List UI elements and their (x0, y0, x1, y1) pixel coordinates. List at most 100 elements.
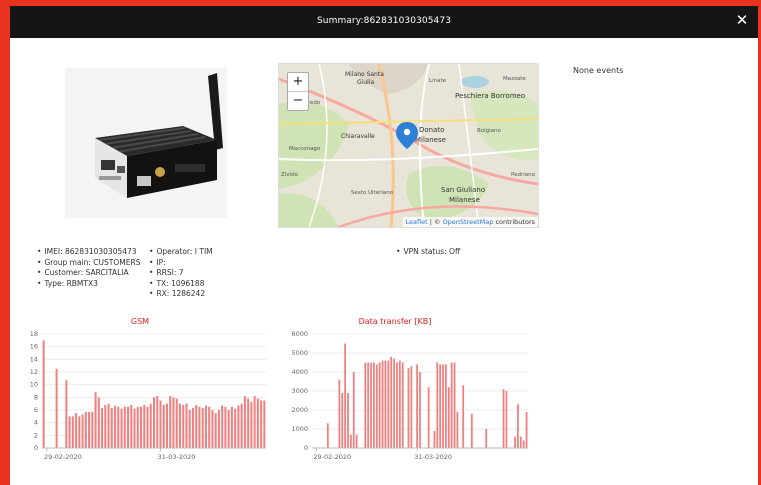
bar[interactable] (375, 364, 378, 448)
bar[interactable] (263, 400, 266, 449)
bar[interactable] (453, 362, 456, 449)
bar[interactable] (253, 396, 256, 448)
bar[interactable] (352, 372, 355, 448)
bar[interactable] (260, 400, 263, 449)
bar[interactable] (502, 389, 505, 448)
bar[interactable] (470, 413, 473, 448)
bar[interactable] (450, 362, 453, 449)
bar[interactable] (367, 362, 370, 449)
bar[interactable] (201, 408, 204, 448)
bar[interactable] (378, 362, 381, 449)
bar[interactable] (162, 404, 165, 448)
zoom-out-button[interactable]: − (288, 91, 308, 110)
bar[interactable] (442, 364, 444, 448)
bar[interactable] (407, 368, 410, 448)
bar[interactable] (237, 405, 240, 448)
bar[interactable] (456, 411, 459, 448)
bar[interactable] (107, 403, 110, 448)
bar[interactable] (120, 408, 123, 448)
bar[interactable] (78, 416, 81, 448)
bar[interactable] (485, 429, 488, 448)
bar[interactable] (514, 436, 516, 448)
bar[interactable] (439, 364, 442, 448)
bar[interactable] (256, 398, 259, 448)
bar[interactable] (445, 364, 447, 448)
bar[interactable] (347, 392, 349, 448)
bar[interactable] (384, 360, 387, 448)
bar[interactable] (396, 362, 398, 449)
bar[interactable] (123, 406, 126, 448)
bar[interactable] (355, 434, 358, 448)
bar[interactable] (42, 340, 45, 448)
bar[interactable] (519, 436, 522, 448)
bar[interactable] (191, 408, 194, 448)
bar[interactable] (127, 406, 130, 448)
bar[interactable] (344, 343, 347, 449)
bar[interactable] (410, 366, 413, 448)
bar[interactable] (188, 410, 191, 448)
bar[interactable] (326, 423, 329, 448)
bar[interactable] (81, 414, 84, 448)
bar[interactable] (240, 403, 243, 448)
bar[interactable] (505, 391, 508, 448)
bar[interactable] (370, 362, 372, 449)
bar[interactable] (143, 404, 146, 448)
bar[interactable] (433, 430, 436, 448)
bar[interactable] (427, 387, 430, 448)
bar[interactable] (165, 403, 168, 448)
bar[interactable] (65, 380, 68, 448)
bar[interactable] (84, 411, 87, 448)
bar[interactable] (217, 410, 220, 448)
bar[interactable] (227, 410, 230, 448)
osm-link[interactable]: OpenStreetMap (443, 218, 494, 226)
bar[interactable] (152, 397, 156, 448)
bar[interactable] (462, 385, 465, 448)
bar[interactable] (390, 356, 393, 448)
bar[interactable] (91, 411, 94, 448)
bar[interactable] (221, 405, 224, 448)
bar[interactable] (195, 404, 198, 448)
bar[interactable] (338, 379, 341, 448)
bar[interactable] (387, 360, 390, 448)
bar[interactable] (88, 411, 91, 448)
bar[interactable] (211, 410, 214, 448)
bar[interactable] (172, 397, 175, 448)
bar[interactable] (156, 396, 159, 448)
bar[interactable] (169, 396, 172, 448)
bar[interactable] (364, 362, 367, 449)
bar[interactable] (401, 362, 404, 449)
bar[interactable] (381, 360, 384, 448)
bar[interactable] (175, 398, 178, 448)
bar[interactable] (214, 413, 217, 448)
bar[interactable] (178, 403, 181, 448)
bar[interactable] (517, 404, 519, 448)
bar[interactable] (101, 408, 104, 448)
bar[interactable] (204, 405, 207, 448)
bar[interactable] (522, 440, 525, 448)
bar[interactable] (243, 396, 246, 448)
bar[interactable] (393, 358, 395, 448)
bar[interactable] (130, 404, 133, 448)
bar[interactable] (419, 372, 421, 448)
bar[interactable] (114, 405, 117, 448)
bar[interactable] (247, 398, 250, 448)
bar[interactable] (185, 403, 188, 448)
bar[interactable] (349, 434, 352, 448)
bar[interactable] (198, 406, 201, 448)
bar[interactable] (146, 406, 149, 448)
leaflet-link[interactable]: Leaflet (406, 218, 428, 226)
bar[interactable] (525, 411, 528, 448)
bar[interactable] (447, 387, 450, 448)
bar[interactable] (436, 362, 439, 449)
bar[interactable] (149, 403, 152, 448)
bar[interactable] (234, 408, 237, 448)
bar[interactable] (250, 401, 253, 448)
bar[interactable] (341, 392, 344, 448)
bar[interactable] (55, 368, 58, 448)
bar[interactable] (94, 392, 97, 448)
bar[interactable] (140, 406, 143, 448)
bar[interactable] (182, 404, 185, 448)
bar[interactable] (159, 400, 162, 449)
bar[interactable] (68, 416, 71, 448)
bar[interactable] (110, 408, 113, 448)
